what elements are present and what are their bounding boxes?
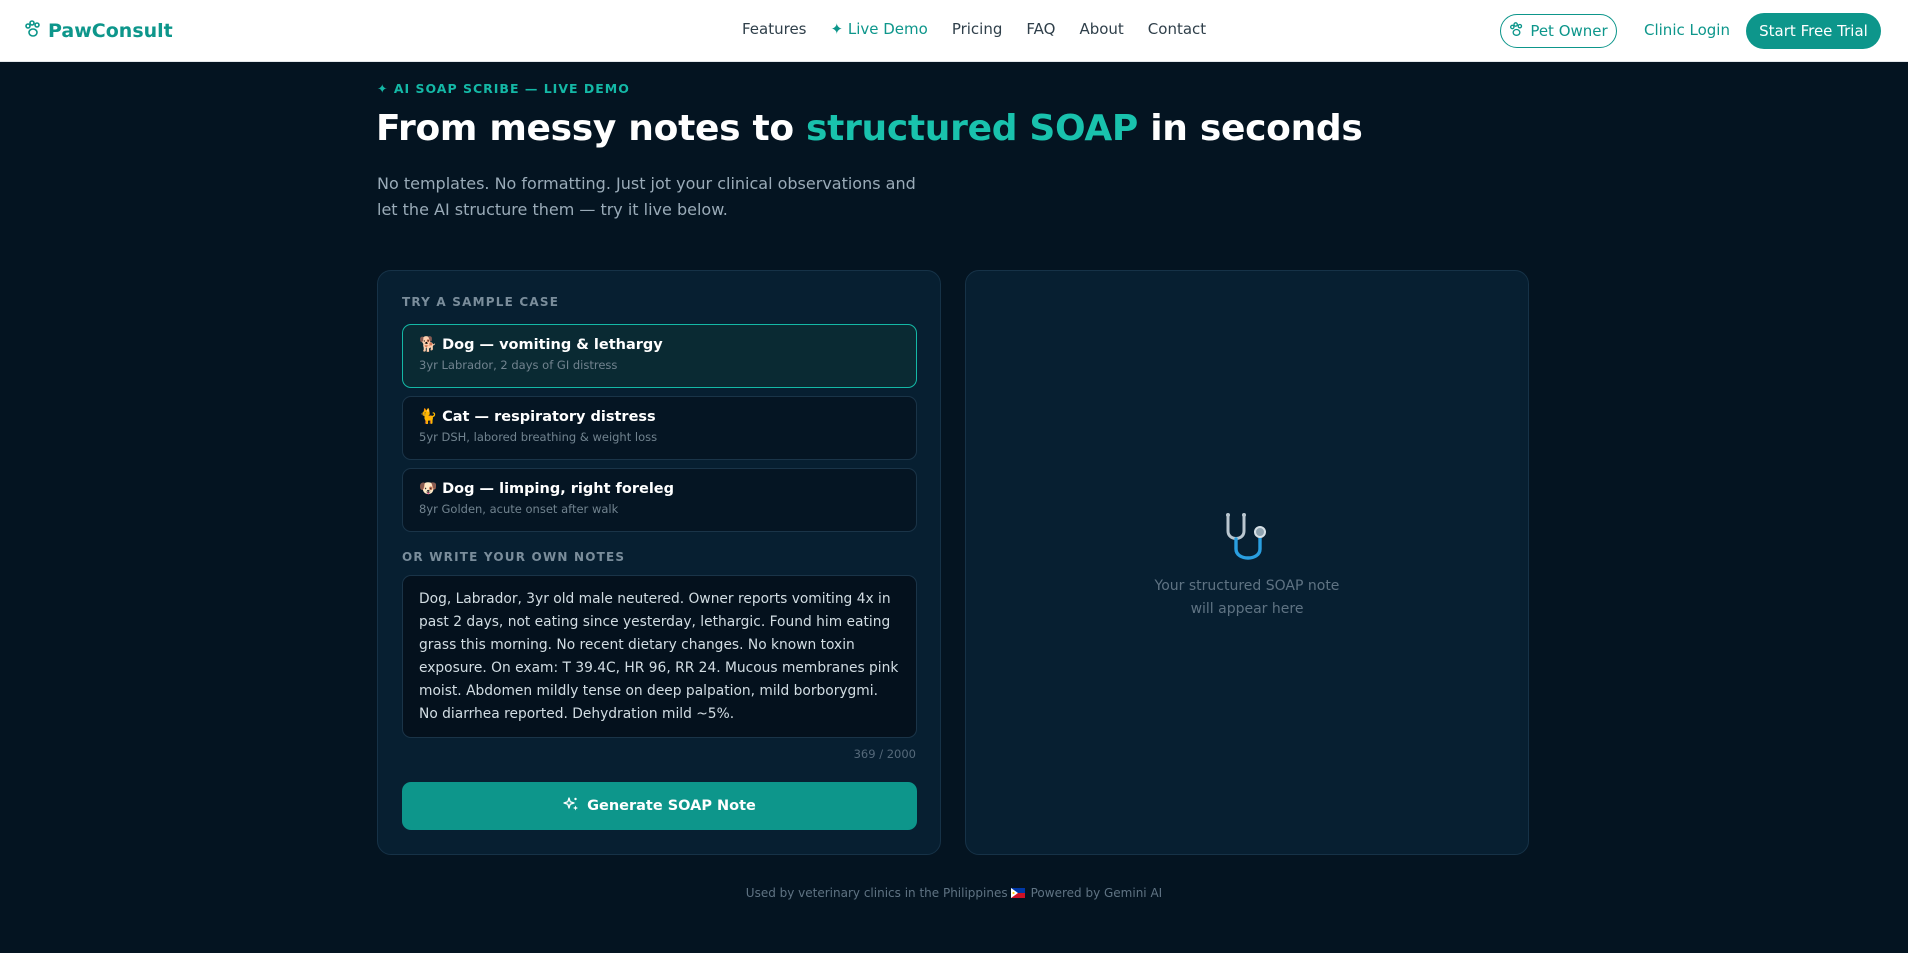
output-panel: Your structured SOAP note will appear he… (965, 270, 1529, 855)
character-counter: 369 / 2000 (853, 747, 916, 761)
clinical-notes-textarea[interactable]: Dog, Labrador, 3yr old male neutered. Ow… (402, 575, 917, 738)
top-nav: PawConsult Features ✦ Live Demo Pricing … (0, 0, 1908, 62)
start-free-trial-button[interactable]: Start Free Trial (1746, 13, 1881, 49)
output-empty-state: Your structured SOAP note will appear he… (966, 509, 1528, 621)
sample-case-dog-vomiting[interactable]: 🐕 Dog — vomiting & lethargy 3yr Labrador… (402, 324, 917, 388)
brand-logo[interactable]: PawConsult (24, 17, 173, 45)
page-title: From messy notes to structured SOAP in s… (376, 108, 1363, 149)
paw-icon (1509, 21, 1524, 41)
headline-part-1: From messy notes to (376, 108, 807, 149)
own-notes-label: OR WRITE YOUR OWN NOTES (402, 550, 626, 564)
nav-link-contact[interactable]: Contact (1148, 20, 1206, 38)
footer-clinics-text: Used by veterinary clinics in the Philip… (745, 886, 1008, 900)
eyebrow-label: ✦ AI SOAP SCRIBE — LIVE DEMO (377, 81, 630, 96)
nav-link-live-demo[interactable]: ✦ Live Demo (831, 20, 928, 38)
dog-icon: 🐕 (419, 337, 438, 353)
footer-powered-by: Powered by Gemini AI (1030, 886, 1163, 900)
philippines-flag-icon (1010, 887, 1025, 898)
nav-link-pricing[interactable]: Pricing (952, 20, 1003, 38)
output-placeholder: Your structured SOAP note will appear he… (1154, 578, 1340, 617)
sample-case-cat-respiratory[interactable]: 🐈 Cat — respiratory distress 5yr DSH, la… (402, 396, 917, 460)
input-panel: TRY A SAMPLE CASE 🐕 Dog — vomiting & let… (377, 270, 941, 855)
nav-link-about[interactable]: About (1079, 20, 1123, 38)
sample-case-dog-limping[interactable]: 🐶 Dog — limping, right foreleg 8yr Golde… (402, 468, 917, 532)
clinic-login-link[interactable]: Clinic Login (1644, 21, 1730, 39)
sample-case-subtitle: 3yr Labrador, 2 days of GI distress (419, 358, 618, 372)
pet-owner-label: Pet Owner (1530, 22, 1608, 40)
generate-soap-button[interactable]: Generate SOAP Note (402, 782, 917, 830)
sample-case-title: Dog — limping, right foreleg (442, 481, 674, 497)
brand-name: PawConsult (48, 20, 173, 42)
stethoscope-icon (1218, 509, 1276, 571)
sample-case-label: TRY A SAMPLE CASE (402, 295, 560, 309)
headline-accent: structured SOAP (806, 108, 1139, 149)
sample-case-title: Dog — vomiting & lethargy (442, 337, 663, 353)
nav-link-features[interactable]: Features (742, 20, 807, 38)
pet-owner-button[interactable]: Pet Owner (1500, 14, 1617, 48)
footer: Used by veterinary clinics in the Philip… (0, 886, 1908, 900)
nav-link-faq[interactable]: FAQ (1026, 20, 1055, 38)
dog-face-icon: 🐶 (419, 481, 438, 497)
sample-case-subtitle: 8yr Golden, acute onset after walk (419, 502, 619, 516)
paw-icon (24, 19, 42, 43)
headline-part-2: in seconds (1138, 108, 1363, 149)
sample-case-title: Cat — respiratory distress (442, 409, 656, 425)
cat-icon: 🐈 (419, 409, 438, 425)
sample-case-subtitle: 5yr DSH, labored breathing & weight loss (419, 430, 658, 444)
hero-subtitle: No templates. No formatting. Just jot yo… (377, 174, 916, 219)
generate-label: Generate SOAP Note (587, 798, 756, 814)
nav-links: Features ✦ Live Demo Pricing FAQ About C… (742, 20, 1206, 38)
sparkles-icon (563, 796, 579, 816)
